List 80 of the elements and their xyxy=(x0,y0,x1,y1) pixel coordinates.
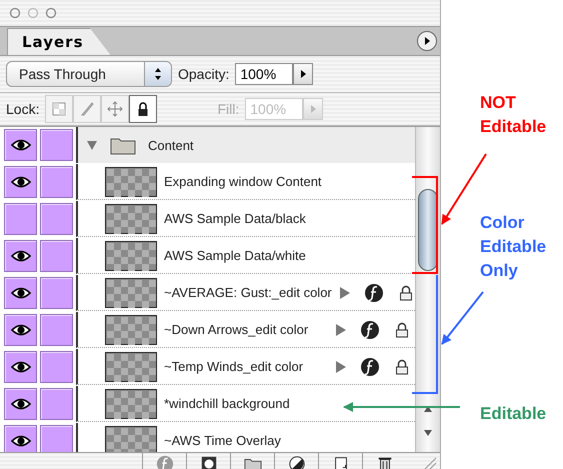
expand-arrow-icon[interactable] xyxy=(338,286,351,300)
opacity-field[interactable]: 100% xyxy=(235,63,294,85)
layer-thumbnail xyxy=(105,352,157,382)
visibility-toggle[interactable] xyxy=(4,314,37,346)
expand-arrow-icon[interactable] xyxy=(335,360,347,374)
visibility-toggle[interactable] xyxy=(4,388,37,420)
opacity-label: Opacity: xyxy=(178,66,230,82)
visibility-toggle[interactable] xyxy=(4,203,37,235)
link-toggle[interactable] xyxy=(40,425,73,452)
layer-thumbnail xyxy=(105,278,157,308)
layer-name[interactable]: ~Down Arrows_edit color xyxy=(164,322,308,337)
layer-thumbnail xyxy=(105,166,157,196)
lock-label: Lock: xyxy=(6,101,40,117)
opacity-slider-button[interactable] xyxy=(293,63,314,85)
play-triangle-icon xyxy=(308,104,318,114)
eye-icon xyxy=(10,286,30,300)
up-down-arrows-icon xyxy=(153,66,163,82)
group-name: Content xyxy=(148,138,194,152)
link-toggle[interactable] xyxy=(40,166,73,198)
layer-name[interactable]: Expanding window Content xyxy=(164,174,322,189)
visibility-toggle[interactable] xyxy=(4,277,37,309)
link-toggle[interactable] xyxy=(40,388,73,420)
eye-icon xyxy=(10,360,30,374)
scrollbar-thumb[interactable] xyxy=(418,189,438,271)
eye-icon xyxy=(10,138,30,152)
resize-grip-icon[interactable] xyxy=(423,456,437,469)
trash-icon xyxy=(376,455,394,469)
visibility-toggle[interactable] xyxy=(4,129,37,161)
layer-name[interactable]: ~AWS Time Overlay xyxy=(164,433,281,448)
layer-name[interactable]: ~Temp Winds_edit color xyxy=(164,359,304,374)
play-triangle-icon xyxy=(422,36,432,46)
layer-name[interactable]: AWS Sample Data/white xyxy=(164,248,306,263)
arrow xyxy=(441,291,484,345)
effects-icon xyxy=(156,455,174,469)
checkerboard-icon xyxy=(51,101,68,117)
link-toggle[interactable] xyxy=(40,240,73,272)
lock-brush-button[interactable] xyxy=(73,95,102,123)
eye-icon xyxy=(10,323,30,337)
layer-name[interactable]: *windchill background xyxy=(164,396,290,411)
effects-icon xyxy=(364,282,384,302)
link-toggle[interactable] xyxy=(40,314,73,346)
fill-slider-button[interactable] xyxy=(303,98,324,120)
eye-icon xyxy=(10,434,30,448)
link-toggle[interactable] xyxy=(40,203,73,235)
mask-icon xyxy=(200,455,218,469)
effects-icon xyxy=(360,320,380,340)
layer-thumbnail xyxy=(105,314,157,344)
visibility-toggle[interactable] xyxy=(4,240,37,272)
visibility-toggle[interactable] xyxy=(4,425,37,452)
fill-label: Fill: xyxy=(217,101,240,117)
link-toggle[interactable] xyxy=(40,129,73,161)
brush-icon xyxy=(79,101,96,117)
blend-mode-dropdown[interactable]: Pass Through xyxy=(6,61,172,87)
move-arrows-icon xyxy=(107,101,124,117)
eye-icon xyxy=(10,249,30,263)
scrollbar[interactable] xyxy=(415,127,440,452)
link-toggle[interactable] xyxy=(40,277,73,309)
annotation-label: Editable xyxy=(480,403,546,425)
layers-tab[interactable]: Layers xyxy=(7,28,110,55)
annotation-label: Color Editable Only xyxy=(480,212,548,282)
eye-icon xyxy=(10,175,30,189)
panel-menu-button[interactable] xyxy=(417,31,437,51)
play-triangle-icon xyxy=(298,69,308,79)
layer-name[interactable]: ~AVERAGE: Gust:_edit color xyxy=(164,285,332,300)
layer-thumbnail xyxy=(105,388,157,418)
expand-triangle-icon[interactable] xyxy=(86,139,98,151)
link-toggle[interactable] xyxy=(40,351,73,383)
lock-all-button[interactable] xyxy=(129,95,158,123)
lock-transparency-button[interactable] xyxy=(45,95,74,123)
visibility-toggle[interactable] xyxy=(4,166,37,198)
eye-icon xyxy=(10,397,30,411)
expand-arrow-icon[interactable] xyxy=(335,322,347,336)
layer-thumbnail xyxy=(105,240,157,270)
visibility-toggle[interactable] xyxy=(4,351,37,383)
annotation-label: NOT Editable xyxy=(480,92,548,138)
layer-thumbnail xyxy=(105,426,157,452)
effects-icon xyxy=(360,356,380,376)
layer-thumbnail xyxy=(105,204,157,234)
layer-name[interactable]: AWS Sample Data/black xyxy=(164,211,306,226)
scroll-down-icon[interactable] xyxy=(423,428,433,438)
